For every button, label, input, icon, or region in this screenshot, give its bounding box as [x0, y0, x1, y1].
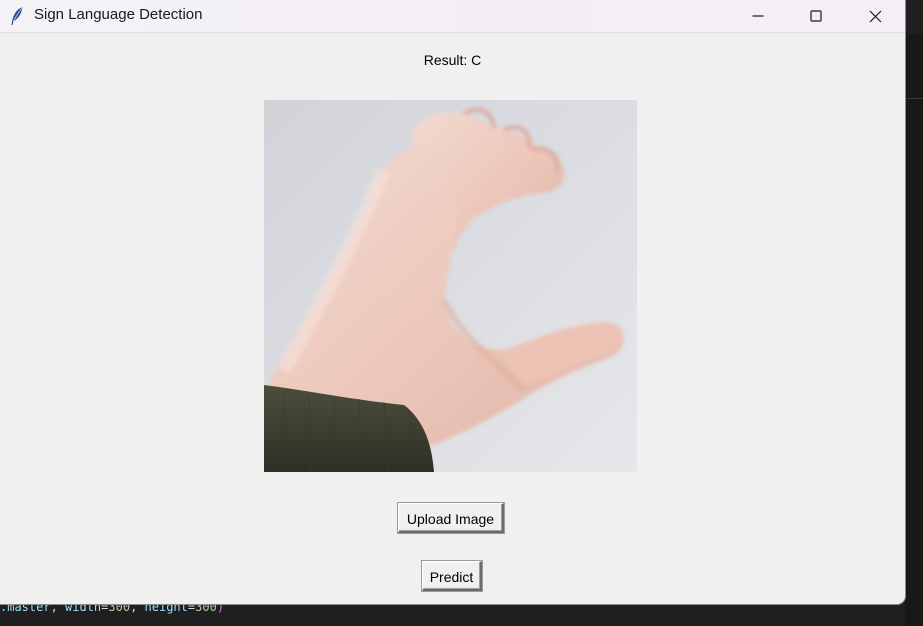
window-title: Sign Language Detection	[34, 6, 203, 23]
minimize-icon	[752, 10, 764, 22]
upload-image-button[interactable]: Upload Image	[398, 503, 504, 533]
title-bar[interactable]: Sign Language Detection	[0, 0, 905, 33]
feather-icon	[10, 6, 24, 26]
minimize-button[interactable]	[729, 0, 787, 32]
maximize-button[interactable]	[787, 0, 845, 32]
uploaded-hand-sign-image	[264, 100, 637, 472]
app-window: Sign Language Detection Result: C Upload…	[0, 0, 905, 604]
maximize-icon	[810, 10, 822, 22]
close-icon	[869, 10, 882, 23]
result-label: Result: C	[423, 52, 482, 68]
predict-button[interactable]: Predict	[422, 561, 482, 591]
close-button[interactable]	[846, 0, 904, 32]
background-editor-strip	[905, 34, 923, 626]
background-editor-divider	[905, 98, 923, 99]
